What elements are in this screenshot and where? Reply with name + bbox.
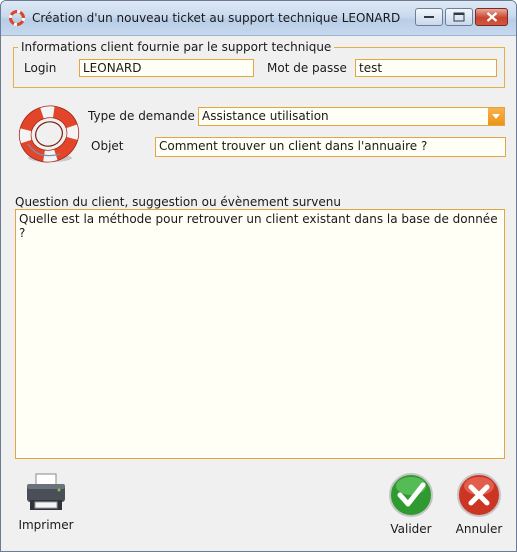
password-label: Mot de passe (267, 61, 347, 75)
title-bar[interactable]: Création d'un nouveau ticket au support … (1, 1, 516, 36)
login-label: Login (24, 61, 57, 75)
subject-field[interactable]: Comment trouver un client dans l'annuair… (155, 137, 506, 157)
window-title: Création d'un nouveau ticket au support … (32, 11, 401, 25)
cancel-label: Annuler (455, 522, 503, 536)
lifebuoy-icon (18, 105, 80, 163)
dialog-content: Informations client fournie par le suppo… (1, 36, 516, 551)
maximize-icon (453, 12, 465, 22)
question-textarea[interactable]: Quelle est la méthode pour retrouver un … (15, 209, 505, 459)
question-label: Question du client, suggestion ou évènem… (15, 195, 341, 209)
checkmark-icon (389, 473, 433, 517)
chevron-down-icon (492, 114, 500, 119)
lifebuoy-icon (9, 10, 25, 26)
client-info-legend: Informations client fournie par le suppo… (21, 40, 332, 54)
minimize-icon (424, 16, 434, 18)
dialog-window: Création d'un nouveau ticket au support … (0, 0, 517, 552)
validate-button[interactable]: Valider (384, 472, 438, 536)
close-button[interactable] (475, 8, 508, 26)
maximize-button[interactable] (445, 8, 473, 26)
password-field[interactable]: test (355, 59, 497, 77)
cancel-x-icon (457, 473, 501, 517)
minimize-button[interactable] (415, 8, 443, 26)
subject-label: Objet (91, 139, 124, 153)
request-type-select[interactable]: Assistance utilisation (198, 107, 505, 126)
cancel-button[interactable]: Annuler (452, 472, 506, 536)
login-field[interactable]: LEONARD (79, 59, 254, 77)
print-button[interactable]: Imprimer (13, 472, 79, 532)
request-type-label: Type de demande (88, 109, 195, 123)
print-label: Imprimer (18, 518, 74, 532)
validate-label: Valider (390, 522, 432, 536)
printer-icon (27, 473, 65, 510)
dropdown-arrow-button[interactable] (488, 108, 504, 125)
close-icon (486, 12, 497, 22)
request-type-value: Assistance utilisation (202, 109, 329, 123)
